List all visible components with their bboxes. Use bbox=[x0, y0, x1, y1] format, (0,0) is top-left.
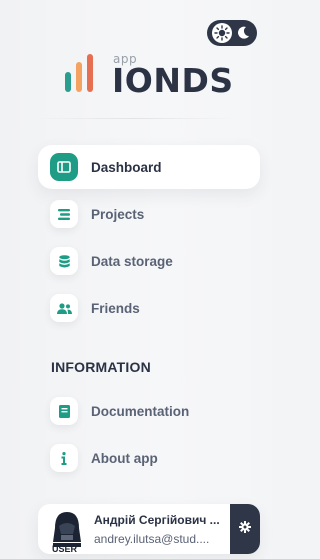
user-email: andrey.ilutsa@stud.... bbox=[94, 532, 210, 546]
nav-label: Dashboard bbox=[91, 159, 162, 175]
nav-label: About app bbox=[91, 450, 158, 466]
info-icon bbox=[50, 444, 78, 472]
database-icon bbox=[50, 247, 78, 275]
sun-icon bbox=[212, 23, 232, 43]
users-icon bbox=[50, 294, 78, 322]
nav-item-dashboard[interactable]: Dashboard bbox=[38, 145, 260, 189]
logo-name: IONDS bbox=[112, 61, 234, 100]
nav-label: Data storage bbox=[91, 253, 173, 269]
sidebar: app IONDS Dashboard Projects Data storag… bbox=[0, 0, 272, 559]
nav-item-projects[interactable]: Projects bbox=[38, 192, 260, 236]
section-title-information: INFORMATION bbox=[51, 359, 151, 375]
nav-item-documentation[interactable]: Documentation bbox=[38, 389, 260, 433]
nav-item-data-storage[interactable]: Data storage bbox=[38, 239, 260, 283]
logo-bars-icon bbox=[65, 54, 93, 92]
list-icon bbox=[50, 200, 78, 228]
settings-button[interactable] bbox=[230, 504, 260, 554]
nav-label: Documentation bbox=[91, 403, 190, 419]
moon-icon bbox=[234, 24, 252, 42]
nav-label: Friends bbox=[91, 300, 140, 316]
dashboard-icon bbox=[50, 153, 78, 181]
nav-label: Projects bbox=[91, 206, 145, 222]
app-logo: app IONDS bbox=[63, 50, 243, 100]
user-name: Андрій Сергійович ... bbox=[94, 513, 220, 527]
user-card[interactable]: USER Андрій Сергійович ... andrey.ilutsa… bbox=[38, 504, 260, 554]
gear-icon bbox=[239, 520, 251, 538]
divider bbox=[36, 118, 236, 119]
theme-toggle[interactable] bbox=[207, 20, 257, 46]
nav-item-about-app[interactable]: About app bbox=[38, 436, 260, 480]
avatar-label: USER bbox=[52, 544, 78, 554]
book-icon bbox=[50, 397, 78, 425]
nav-item-friends[interactable]: Friends bbox=[38, 286, 260, 330]
